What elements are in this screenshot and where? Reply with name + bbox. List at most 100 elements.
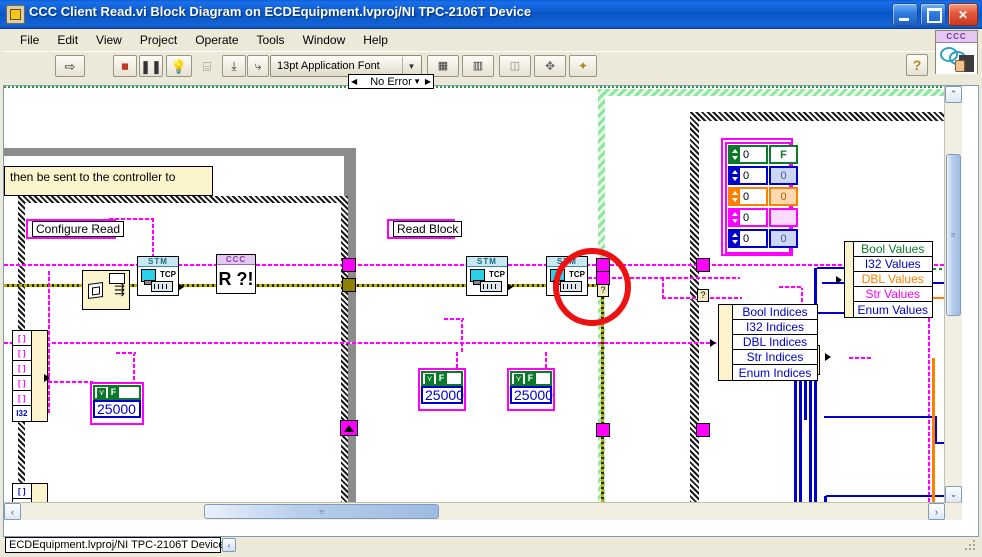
terminal-str-values[interactable]: Str Values [853, 287, 932, 302]
index-display-1[interactable]: 0 [728, 166, 768, 185]
spinner-icon-3[interactable] [730, 210, 740, 225]
wire-magenta-drop[interactable] [662, 277, 664, 299]
retain-wire-values-button[interactable]: ⌸ [194, 55, 220, 77]
terminal-enum-values[interactable]: Enum Values [853, 302, 932, 317]
element-value-0[interactable]: F [769, 145, 798, 164]
terminal-bool-indices[interactable]: Bool Indices [733, 305, 817, 320]
wire-bottom-array-v[interactable] [48, 331, 50, 413]
minimize-button[interactable] [892, 3, 918, 26]
tunnel-shift-register-left[interactable] [340, 420, 358, 436]
menu-item-view[interactable]: View [87, 31, 131, 49]
step-into-button[interactable]: ⤓ [222, 55, 246, 77]
wire-indices-lower-h[interactable] [826, 495, 936, 497]
wire-magenta-left-into-flatten[interactable] [48, 381, 93, 383]
wire-indices-mid-h[interactable] [824, 416, 934, 418]
menu-item-help[interactable]: Help [354, 31, 397, 49]
horizontal-scrollbar[interactable]: ‹ ≡ › [4, 502, 962, 520]
label-configure-read[interactable]: Configure Read [26, 219, 125, 239]
index-display-0[interactable]: 0 [728, 145, 768, 164]
index-display-3[interactable]: 0 [728, 208, 768, 227]
tunnel-magenta-left-upper[interactable] [342, 258, 356, 272]
terminal-str-indices[interactable]: Str Indices [733, 350, 817, 365]
menu-item-file[interactable]: File [11, 31, 48, 49]
vertical-scrollbar[interactable]: ⌃ ≡ ⌄ [944, 86, 962, 520]
numeric-constant-timeout-2[interactable]: ⋎ F 25000 [418, 368, 466, 411]
scroll-up-button[interactable]: ⌃ [945, 86, 962, 103]
terminal-bool-values[interactable]: Bool Values [853, 242, 932, 257]
window-resize-grip[interactable] [965, 540, 977, 552]
error-selector[interactable]: ◀ No Error ▼ ▶ [348, 74, 434, 89]
element-value-1[interactable]: 0 [769, 166, 798, 185]
vi-icon-pane[interactable]: CCC [935, 30, 978, 74]
wire-magenta-bus-lower[interactable] [4, 342, 744, 344]
subvi-stm-tcp-configure[interactable]: STM TCP [137, 256, 184, 296]
scroll-left-button[interactable]: ‹ [4, 503, 21, 520]
element-value-3[interactable] [769, 208, 798, 227]
array-terminal-upper[interactable]: [ ] [ ] [ ] [ ] [ ] I32 [12, 330, 48, 422]
terminal-dbl-indices[interactable]: DBL Indices [733, 335, 817, 350]
maximize-button[interactable] [920, 3, 946, 26]
spinner-icon-4[interactable] [730, 231, 740, 246]
numeric-constant-timeout-3[interactable]: ⋎ F 25000 [507, 368, 555, 411]
pause-button[interactable]: ❚❚ [139, 55, 163, 77]
cluster-row-3[interactable]: 0 [728, 208, 798, 227]
tunnel-loop-magenta-lower[interactable] [596, 423, 610, 437]
scroll-down-button[interactable]: ⌄ [945, 486, 962, 503]
terminal-dbl-values[interactable]: DBL Values [853, 272, 932, 287]
highlight-execution-button[interactable]: 💡 [166, 55, 192, 77]
menu-item-window[interactable]: Window [294, 31, 355, 49]
subvi-flatten-to-string-left[interactable]: ⇶ [82, 270, 130, 310]
index-display-2[interactable]: 0 [728, 187, 768, 206]
element-value-2[interactable]: 0 [769, 187, 798, 206]
terminal-i32-values[interactable]: I32 Values [853, 257, 932, 272]
scroll-right-button[interactable]: › [928, 503, 945, 520]
step-over-button[interactable]: ⤷ [247, 55, 269, 77]
wire-unflatten-out[interactable] [849, 357, 871, 359]
spinner-icon-2[interactable] [730, 189, 740, 204]
wire-magenta-timeout-h[interactable] [116, 352, 136, 354]
menu-item-tools[interactable]: Tools [248, 31, 294, 49]
cluster-row-4[interactable]: 0 0 [728, 229, 798, 248]
case-structure-left[interactable] [18, 196, 348, 520]
tunnel-question-right[interactable]: ? [697, 289, 709, 302]
context-help-button[interactable]: ? [906, 54, 928, 76]
spinner-icon-1[interactable] [730, 168, 740, 183]
label-read-block[interactable]: Read Block [387, 219, 463, 239]
tunnel-case-magenta-lower[interactable] [696, 423, 710, 437]
cleanup-diagram-button[interactable]: ✦ [569, 55, 597, 77]
wire-dbl-out-v[interactable] [932, 358, 935, 520]
menu-item-operate[interactable]: Operate [186, 31, 247, 49]
horizontal-scroll-thumb[interactable]: ≡ [204, 504, 439, 519]
vertical-scroll-thumb[interactable]: ≡ [946, 154, 961, 316]
error-right-arrow-icon[interactable]: ▶ [425, 77, 431, 86]
index-display-4[interactable]: 0 [728, 229, 768, 248]
element-value-4[interactable]: 0 [769, 229, 798, 248]
block-diagram-canvas[interactable]: then be sent to the controller to ? ? Co… [4, 86, 962, 520]
cluster-row-0[interactable]: 0 F [728, 145, 798, 164]
distribute-objects-button[interactable]: ▥ [462, 55, 494, 77]
cluster-row-2[interactable]: 0 0 [728, 187, 798, 206]
resize-objects-button[interactable]: ◫ [499, 55, 531, 77]
indices-terminal-stack[interactable]: Bool Indices I32 Indices DBL Indices Str… [718, 304, 818, 381]
error-down-arrow-icon[interactable]: ▼ [413, 77, 421, 86]
wire-enum-indices-v[interactable] [809, 372, 812, 520]
wire-str-indices-v[interactable] [799, 357, 802, 519]
chevron-down-icon[interactable]: ▼ [402, 57, 420, 75]
values-terminal-stack[interactable]: Bool Values I32 Values DBL Values Str Va… [844, 241, 933, 318]
numeric-constant-timeout-1[interactable]: ⋎ F 25000 [90, 382, 144, 425]
close-button[interactable]: ✕ [948, 3, 978, 26]
abort-button[interactable]: ⏹ [113, 55, 137, 77]
menu-item-edit[interactable]: Edit [48, 31, 87, 49]
path-nav-button[interactable]: ‹ [222, 538, 236, 552]
terminal-i32-indices[interactable]: I32 Indices [733, 320, 817, 335]
reorder-button[interactable]: ✥ [534, 55, 566, 77]
error-left-arrow-icon[interactable]: ◀ [351, 77, 357, 86]
spinner-icon-0[interactable] [730, 147, 740, 162]
terminal-enum-indices[interactable]: Enum Indices [733, 365, 817, 380]
run-button[interactable]: ⇨ [55, 55, 85, 77]
tunnel-case-magenta-upper[interactable] [696, 258, 710, 272]
tunnel-error-left[interactable] [342, 278, 356, 292]
cluster-array-constant[interactable]: 0 F 0 0 0 0 0 0 0 [721, 138, 798, 256]
wire-cluster-to-unflatten-h[interactable] [779, 286, 803, 288]
menu-item-project[interactable]: Project [131, 31, 186, 49]
